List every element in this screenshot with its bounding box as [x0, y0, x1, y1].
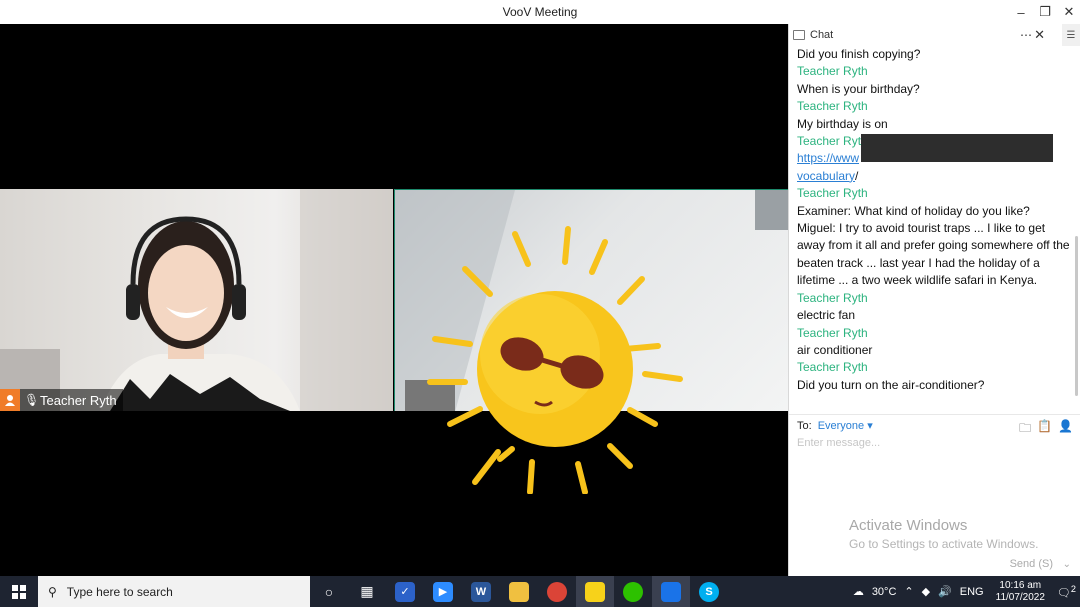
temperature[interactable]: 30°C: [872, 586, 897, 598]
skype-icon[interactable]: S: [690, 576, 728, 607]
sticky-notes-icon[interactable]: [576, 576, 614, 607]
chat-link[interactable]: https://www: [797, 151, 859, 165]
word-icon[interactable]: W: [462, 576, 500, 607]
chat-panel: Chat ⋯ ✕ ☰ Did you finish copying? Teach…: [788, 24, 1080, 576]
link-suffix: /: [855, 168, 859, 183]
microphone-icon: 🎙: [24, 393, 40, 407]
chat-message: When is your birthday?: [797, 81, 920, 96]
recipient-row: To: Everyone ▾: [797, 419, 873, 433]
recipient-dropdown[interactable]: Everyone ▾: [818, 419, 873, 432]
file-explorer-icon[interactable]: [500, 576, 538, 607]
cortana-icon[interactable]: ○: [310, 576, 348, 607]
notification-icon[interactable]: 🗨2: [1057, 584, 1076, 600]
chat-link[interactable]: vocabulary: [797, 169, 855, 183]
chat-sender: Teacher Ryth: [797, 99, 868, 114]
chat-message: air conditioner: [797, 342, 873, 357]
chat-message: Did you finish copying?: [797, 47, 921, 61]
chat-icon: [793, 30, 805, 40]
participant-video-tile[interactable]: 🎙 Teacher Ryth: [0, 189, 393, 411]
minimize-button[interactable]: –: [1008, 0, 1034, 24]
participant-name: Teacher Ryth: [40, 392, 117, 408]
chat-message: Examiner: What kind of holiday do you li…: [797, 203, 1030, 218]
search-placeholder: Type here to search: [66, 584, 173, 599]
chat-message: Did you turn on the air-conditioner?: [797, 377, 985, 392]
send-options-icon[interactable]: ⌄: [1063, 559, 1071, 570]
chat-link-line: vocabulary/: [797, 168, 1077, 185]
participant-video-feed: [0, 189, 393, 411]
windows-start-icon[interactable]: [0, 576, 38, 607]
message-input[interactable]: Enter message...: [797, 437, 880, 449]
todo-icon[interactable]: ✓: [386, 576, 424, 607]
voov-meeting-icon[interactable]: [652, 576, 690, 607]
clock-date: 11/07/2022: [995, 591, 1045, 603]
wechat-icon[interactable]: [614, 576, 652, 607]
chat-message: away from it all and prefer going somewh…: [797, 238, 1070, 253]
chat-title: Chat: [810, 29, 834, 41]
close-chat-icon[interactable]: ✕: [1034, 27, 1045, 43]
chat-message-list: Did you finish copying? Teacher Ryth Whe…: [789, 46, 1077, 418]
network-icon[interactable]: ◆: [922, 585, 930, 598]
chat-message: Miguel: I try to avoid tourist traps ...…: [797, 221, 1046, 236]
activate-windows-subtitle: Go to Settings to activate Windows.: [849, 537, 1039, 551]
chat-message: My birthday is on: [797, 116, 888, 131]
task-view-icon[interactable]: ▦: [348, 576, 386, 607]
person-settings-icon[interactable]: 👤: [1058, 419, 1073, 440]
participant-name-tag: 🎙 Teacher Ryth: [0, 389, 123, 411]
language-indicator[interactable]: ENG: [960, 586, 984, 598]
weather-icon[interactable]: ☁: [853, 585, 864, 598]
chat-message: electric fan: [797, 308, 856, 323]
clock-time: 10:16 am: [999, 579, 1042, 591]
folder-icon[interactable]: 🗀: [1019, 419, 1031, 440]
to-label: To:: [797, 419, 812, 432]
search-icon: ⚲: [48, 584, 57, 599]
chat-scrollbar[interactable]: [1075, 236, 1078, 396]
chat-message: lifetime ... a two week wildlife safari …: [797, 273, 1038, 288]
restore-button[interactable]: ❐: [1032, 0, 1058, 24]
chat-sender: Teacher Ryth: [797, 186, 868, 201]
chat-sender: Teacher Ryth: [797, 290, 868, 305]
taskbar-search[interactable]: ⚲ Type here to search: [38, 576, 310, 607]
chat-message: beaten track ... last year I had the hol…: [797, 255, 1040, 270]
volume-icon[interactable]: 🔊: [938, 585, 952, 598]
chevron-up-icon[interactable]: ⌃: [904, 585, 913, 598]
chat-input-area: To: Everyone ▾ 🗀 📋 👤 Enter message... Ac…: [789, 414, 1080, 576]
send-button[interactable]: Send (S): [1010, 558, 1053, 570]
window-title: VooV Meeting: [502, 5, 578, 19]
zoom-icon[interactable]: ▶: [424, 576, 462, 607]
chrome-icon[interactable]: [538, 576, 576, 607]
notification-count: 2: [1070, 583, 1076, 594]
chat-sender: Teacher Ryth: [797, 360, 868, 375]
close-window-button[interactable]: ✕: [1056, 0, 1080, 24]
menu-icon[interactable]: ☰: [1062, 24, 1080, 46]
windows-taskbar: ⚲ Type here to search ○ ▦ ✓ ▶ W S ☁ 30°C…: [0, 576, 1080, 607]
chat-sender: Teacher Ryth: [797, 325, 868, 340]
more-options-icon[interactable]: ⋯: [1020, 28, 1033, 42]
user-icon: [0, 389, 20, 411]
system-tray: ☁ 30°C ⌃ ◆ 🔊 ENG 10:16 am 11/07/2022 🗨2: [849, 576, 1080, 607]
chat-tools: 🗀 📋 👤: [1019, 419, 1073, 440]
window-titlebar: VooV Meeting – ❐ ✕: [0, 0, 1080, 24]
chat-sender: Teacher Ryth: [797, 64, 868, 79]
chat-header: Chat ⋯ ✕: [789, 24, 1059, 46]
sun-sticker-icon: [427, 226, 683, 494]
activate-windows-title: Activate Windows: [849, 517, 968, 534]
redacted-overlay: [861, 134, 1053, 162]
video-stage: 🎙 Teacher Ryth: [0, 24, 788, 576]
clock[interactable]: 10:16 am 11/07/2022: [996, 580, 1045, 604]
clipboard-icon[interactable]: 📋: [1037, 419, 1052, 440]
